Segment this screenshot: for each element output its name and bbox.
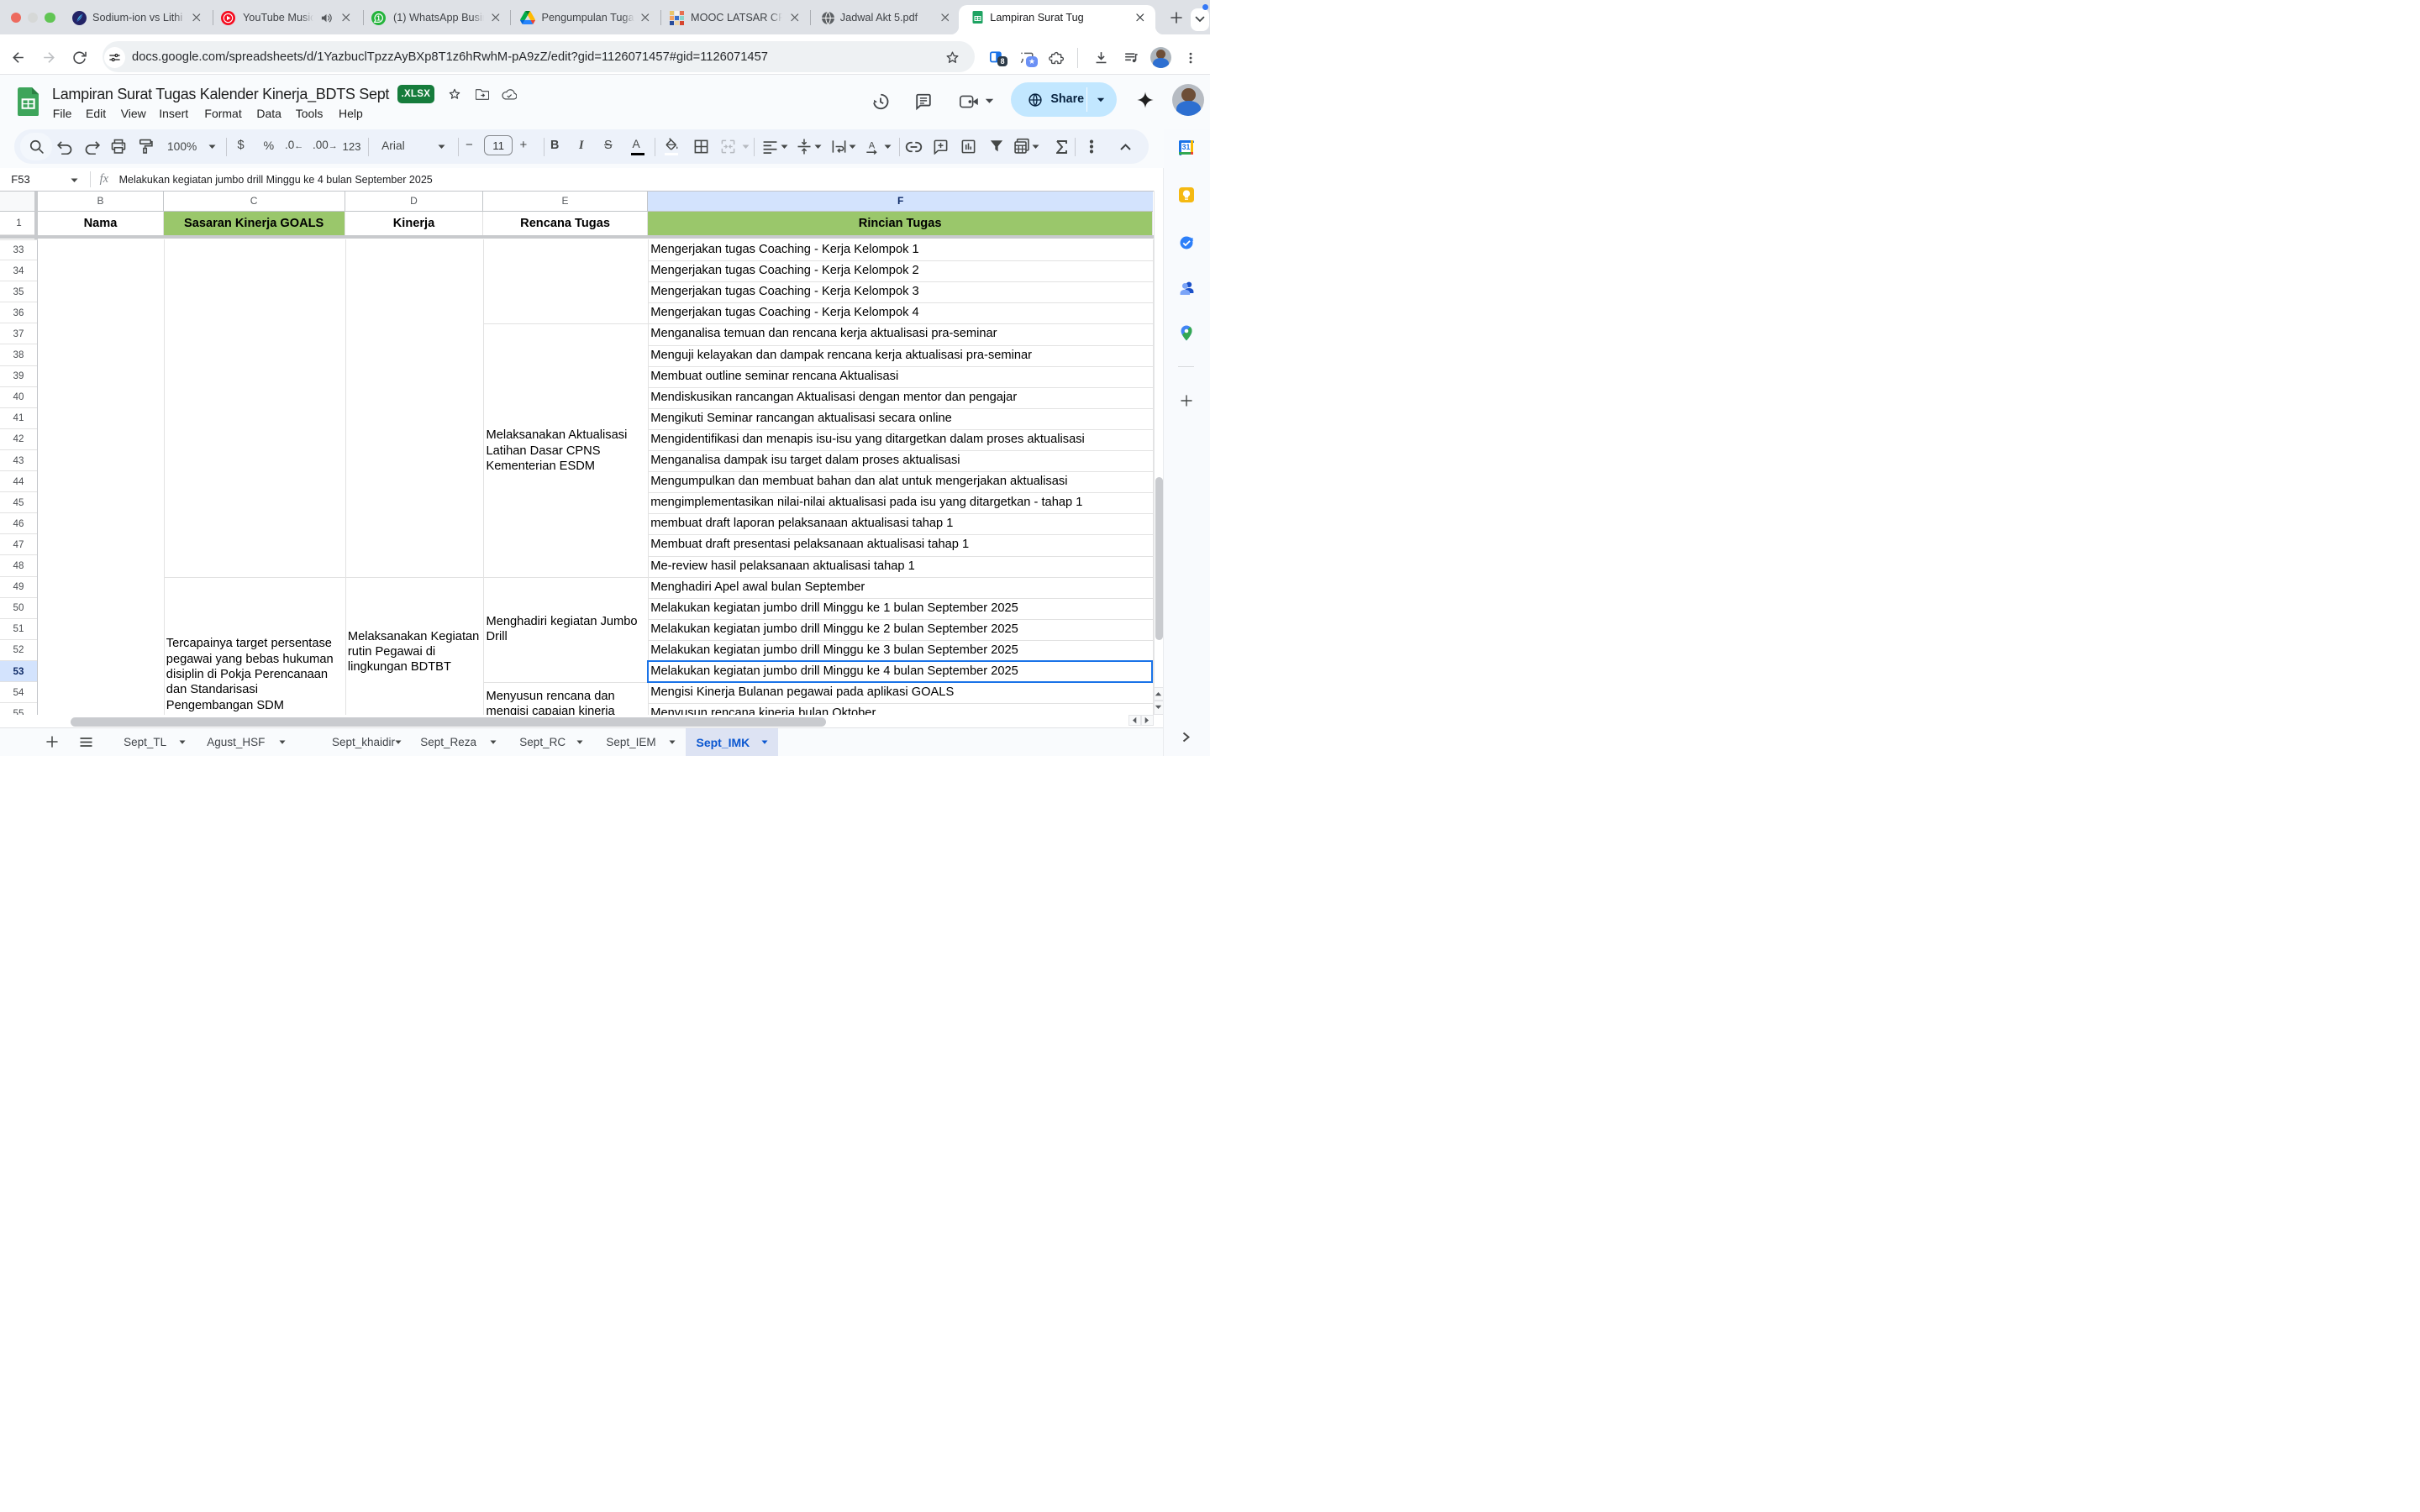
svg-text:A: A (869, 140, 876, 150)
svg-text:1: 1 (376, 13, 381, 22)
